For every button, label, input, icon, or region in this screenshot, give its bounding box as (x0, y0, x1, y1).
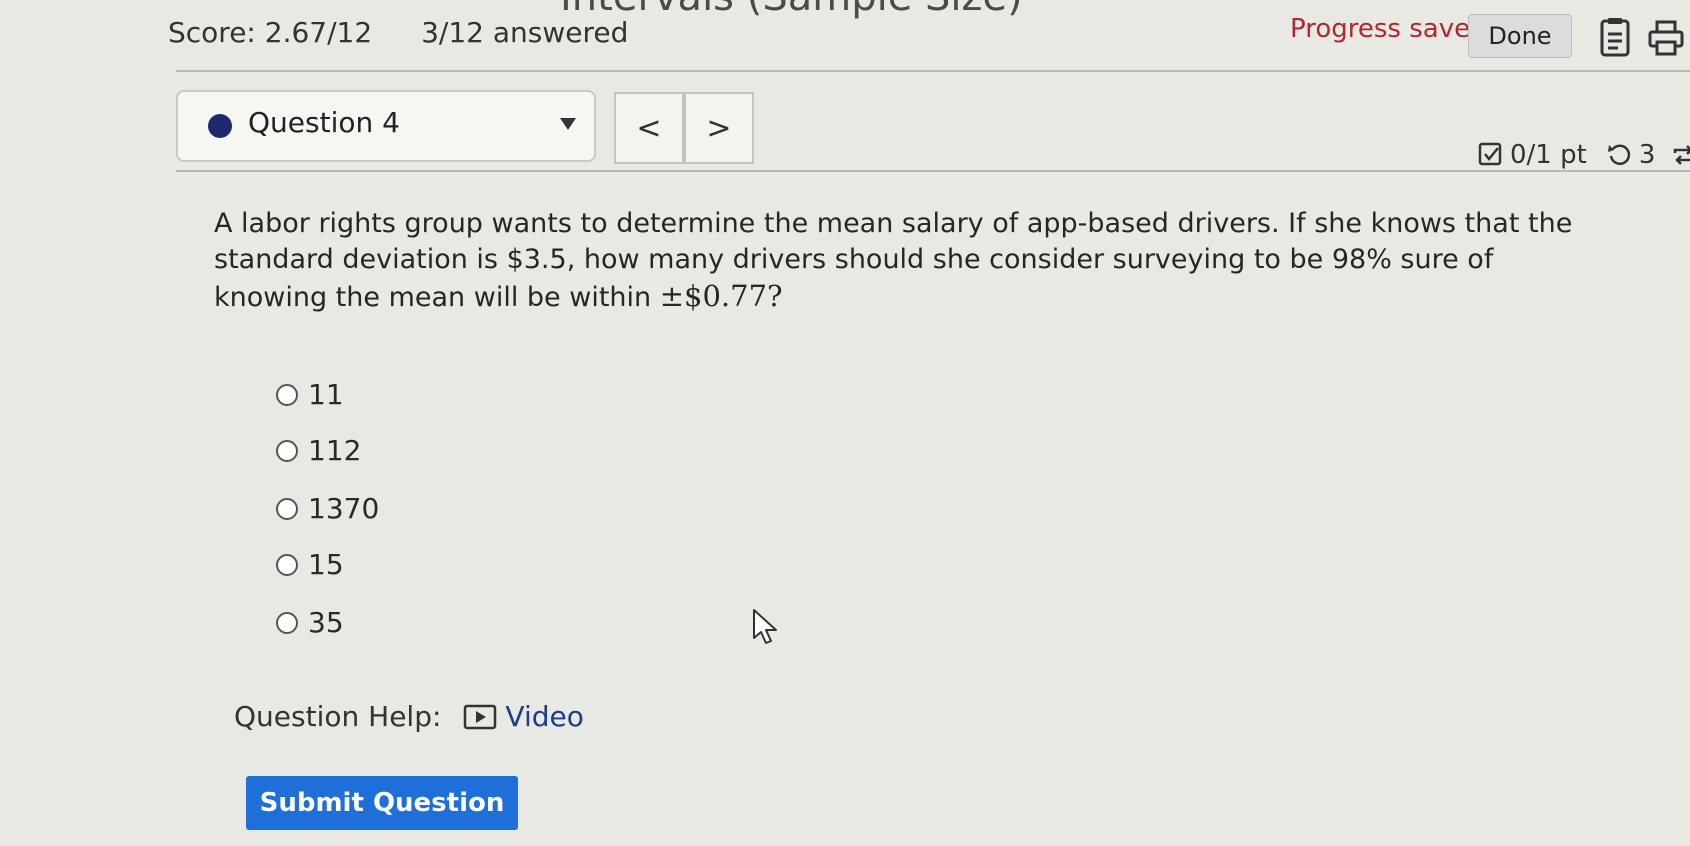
print-icon[interactable] (1648, 18, 1684, 58)
retry-icon[interactable] (1607, 142, 1633, 168)
caret-down-icon (560, 118, 576, 130)
nav-divider (176, 170, 1690, 172)
option-label: 15 (308, 548, 344, 581)
margin-of-error: ±$0.77? (659, 279, 783, 313)
points-text: 0/1 pt (1510, 140, 1587, 170)
notes-icon[interactable] (1598, 18, 1632, 58)
previous-question-button[interactable]: < (614, 92, 684, 164)
video-icon (464, 704, 497, 729)
question-select-label: Question 4 (248, 106, 400, 139)
question-body: A labor rights group wants to determine … (214, 208, 1573, 313)
score-text: Score: 2.67/12 (168, 16, 373, 49)
answer-option[interactable]: 1370 (276, 492, 379, 525)
answered-count: 3/12 answered (421, 16, 629, 49)
question-text: A labor rights group wants to determine … (214, 206, 1574, 316)
option-label: 35 (308, 606, 344, 639)
points-area: 0/1 pt 3 (1478, 140, 1690, 170)
option-label: 112 (308, 434, 362, 467)
answer-option[interactable]: 15 (276, 548, 344, 581)
question-help: Question Help: Video (234, 700, 584, 733)
radio-button[interactable] (276, 497, 298, 520)
done-button[interactable]: Done (1468, 14, 1572, 58)
answer-option[interactable]: 112 (276, 434, 361, 467)
submit-question-button[interactable]: Submit Question (246, 776, 518, 830)
checkbox-icon (1478, 142, 1502, 166)
progress-status: Progress saved (1290, 14, 1487, 44)
video-label: Video (505, 700, 584, 733)
status-dot-icon (208, 114, 232, 138)
next-question-button[interactable]: > (684, 92, 754, 164)
option-label: 11 (308, 378, 344, 411)
radio-button[interactable] (276, 439, 298, 462)
answer-option[interactable]: 35 (276, 606, 344, 639)
option-label: 1370 (308, 492, 380, 525)
radio-button[interactable] (276, 553, 298, 576)
radio-button[interactable] (276, 383, 298, 406)
question-select[interactable]: Question 4 (176, 90, 596, 162)
answer-option[interactable]: 11 (276, 378, 344, 411)
attempts-count: 3 (1638, 140, 1656, 170)
repeat-icon[interactable] (1671, 142, 1690, 168)
mouse-cursor-icon (753, 609, 777, 644)
header-divider (176, 70, 1690, 72)
help-label: Question Help: (234, 700, 442, 733)
video-link[interactable]: Video (463, 700, 584, 733)
radio-button[interactable] (276, 611, 298, 634)
score-bar: Score: 2.67/12 3/12 answered (168, 16, 668, 49)
